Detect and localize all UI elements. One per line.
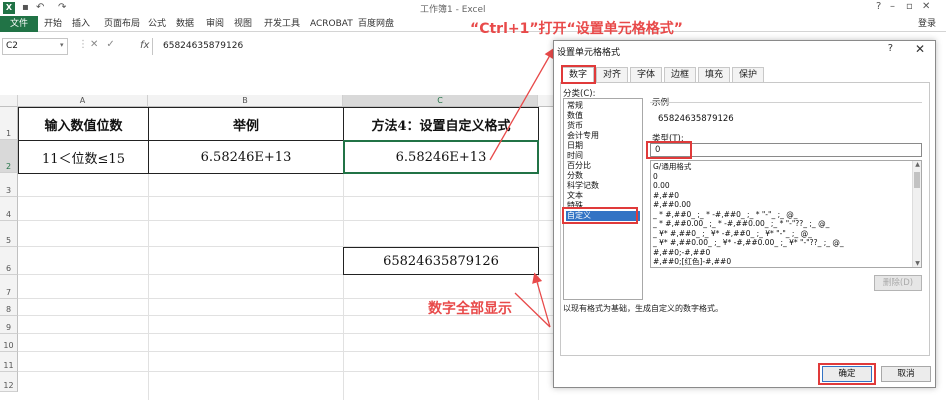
category-item[interactable]: 日期: [566, 141, 640, 151]
sample-divider: [650, 102, 922, 103]
annotation-ctrl1: “Ctrl+1”打开“设置单元格格式”: [470, 21, 683, 37]
category-item[interactable]: 时间: [566, 151, 640, 161]
type-list-item[interactable]: _ ¥* #,##0_ ;_ ¥* -#,##0_ ;_ ¥* "-"_ ;_ …: [653, 229, 812, 239]
type-list-item[interactable]: 0.00: [653, 181, 670, 191]
excel-window: X ▪ ↶ ↷ 工作簿1 - Excel ? – ▫ ✕ 文件 开始 插入 页面…: [0, 0, 946, 400]
tab-border[interactable]: 边框: [664, 67, 696, 82]
highlight-type-input: [646, 141, 692, 159]
category-list[interactable]: 常规 数值 货币 会计专用 日期 时间 百分比 分数 科学记数 文本 特殊 自定…: [563, 98, 643, 300]
tab-protection[interactable]: 保护: [732, 67, 764, 82]
category-item[interactable]: 会计专用: [566, 131, 640, 141]
dialog-help-icon[interactable]: ?: [888, 43, 893, 54]
type-list[interactable]: G/通用格式 0 0.00 #,##0 #,##0.00 _ * #,##0_ …: [650, 160, 922, 268]
type-list-item[interactable]: #,##0;-#,##0: [653, 248, 710, 258]
cancel-button[interactable]: 取消: [881, 366, 931, 382]
sample-value: 65824635879126: [658, 114, 734, 124]
dialog-close-icon[interactable]: ✕: [915, 42, 925, 56]
category-item[interactable]: 常规: [566, 101, 640, 111]
type-list-item[interactable]: _ * #,##0_ ;_ * -#,##0_ ;_ * "-"_ ;_ @_: [653, 210, 798, 220]
type-list-item[interactable]: #,##0: [653, 191, 679, 201]
dialog-title: 设置单元格格式: [557, 48, 621, 58]
type-list-item[interactable]: _ * #,##0.00_ ;_ * -#,##0.00_ ;_ * "-"??…: [653, 219, 829, 229]
tab-font[interactable]: 字体: [630, 67, 662, 82]
category-item[interactable]: 文本: [566, 191, 640, 201]
highlight-custom-category: [562, 207, 638, 224]
type-list-item[interactable]: _ ¥* #,##0.00_ ;_ ¥* -#,##0.00_ ;_ ¥* "-…: [653, 238, 844, 248]
scroll-down-icon[interactable]: ▼: [913, 260, 921, 267]
category-item[interactable]: 数值: [566, 111, 640, 121]
tab-alignment[interactable]: 对齐: [596, 67, 628, 82]
delete-button[interactable]: 删除(D): [874, 275, 922, 291]
type-list-item[interactable]: #,##0;[红色]-#,##0: [653, 257, 731, 267]
type-list-item[interactable]: 0: [653, 172, 658, 182]
highlight-ok-button: [818, 363, 876, 385]
type-list-scrollbar[interactable]: ▲ ▼: [912, 161, 921, 267]
scroll-thumb[interactable]: [914, 172, 920, 188]
format-cells-dialog: 设置单元格格式 ? ✕ 数字 对齐 字体 边框 填充 保护 分类(C): 常规 …: [553, 40, 936, 388]
type-list-item[interactable]: G/通用格式: [653, 162, 691, 172]
category-item[interactable]: 百分比: [566, 161, 640, 171]
category-item[interactable]: 分数: [566, 171, 640, 181]
highlight-number-tab: [561, 65, 596, 84]
type-list-item[interactable]: #,##0.00: [653, 200, 691, 210]
scroll-up-icon[interactable]: ▲: [913, 161, 921, 168]
format-description: 以现有格式为基础，生成自定义的数字格式。: [563, 304, 723, 313]
arrow-to-dialog: [489, 47, 555, 161]
annotation-all-digits: 数字全部显示: [428, 301, 512, 317]
category-item[interactable]: 科学记数: [566, 181, 640, 191]
category-item[interactable]: 货币: [566, 121, 640, 131]
tab-fill[interactable]: 填充: [698, 67, 730, 82]
